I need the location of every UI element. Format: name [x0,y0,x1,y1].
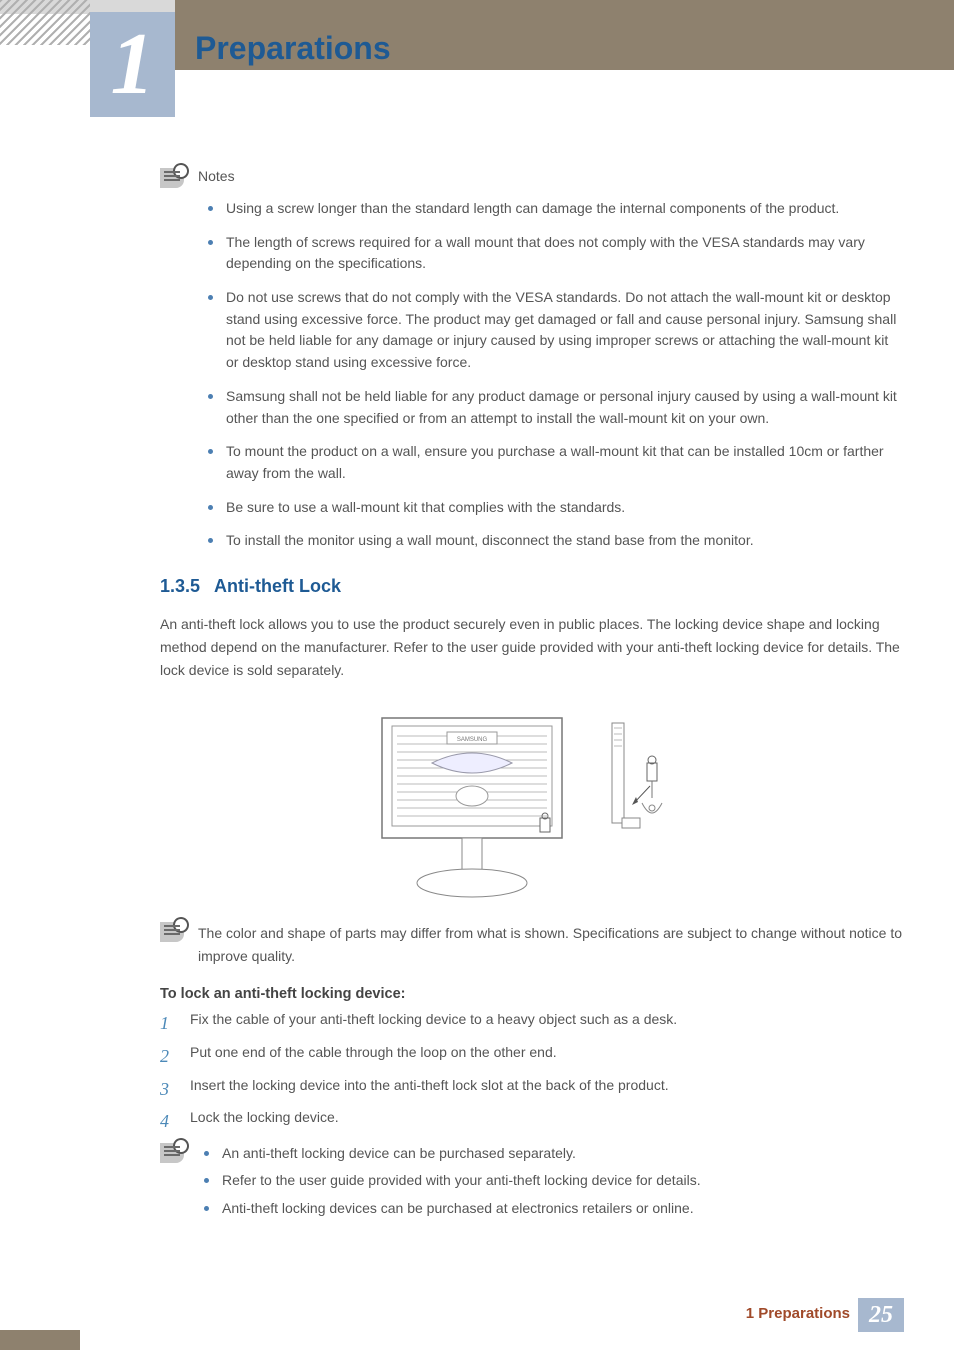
step-text: Lock the locking device. [190,1106,339,1137]
note-item: To mount the product on a wall, ensure y… [208,441,904,484]
section-number: 1.3.5 [160,576,200,596]
step-item: 4 Lock the locking device. [160,1106,904,1137]
chapter-title: Preparations [195,30,391,67]
step-item: 2 Put one end of the cable through the l… [160,1041,904,1072]
step-text: Fix the cable of your anti-theft locking… [190,1008,677,1039]
notes-header-row: Notes [160,168,904,188]
note-item: The length of screws required for a wall… [208,232,904,275]
footer-page-box: 25 [858,1298,904,1332]
note-item: An anti-theft locking device can be purc… [204,1143,701,1165]
svg-text:SAMSUNG: SAMSUNG [457,737,488,743]
section-heading: 1.3.5 Anti-theft Lock [160,576,904,597]
step-number: 3 [160,1074,178,1105]
antitheft-diagram: SAMSUNG [362,708,702,908]
chapter-number-block: 1 [90,12,175,117]
step-number: 1 [160,1008,178,1039]
lock-subheading: To lock an anti-theft locking device: [160,986,904,1002]
note-item: Using a screw longer than the standard l… [208,198,904,220]
note-item: Refer to the user guide provided with yo… [204,1170,701,1192]
notes-list: Using a screw longer than the standard l… [160,198,904,552]
note-icon [160,1143,184,1163]
note-icon [160,922,184,942]
trailing-note-block: An anti-theft locking device can be purc… [160,1143,904,1226]
note-item: Be sure to use a wall-mount kit that com… [208,497,904,519]
step-number: 4 [160,1106,178,1137]
step-item: 1 Fix the cable of your anti-theft locki… [160,1008,904,1039]
footer-page-number: 25 [869,1302,893,1329]
header-hatch-decoration [0,0,90,45]
step-item: 3 Insert the locking device into the ant… [160,1074,904,1105]
section-title: Anti-theft Lock [214,576,341,596]
note-icon [160,168,184,188]
note-item: Samsung shall not be held liable for any… [208,386,904,429]
notes-label: Notes [198,168,235,188]
footer-accent [0,1330,80,1350]
note-item: To install the monitor using a wall moun… [208,530,904,552]
section-intro: An anti-theft lock allows you to use the… [160,613,904,682]
step-number: 2 [160,1041,178,1072]
diagram-note-block: The color and shape of parts may differ … [160,922,904,968]
page: 1 Preparations Notes Using a screw longe… [0,0,954,1350]
chapter-number: 1 [111,21,155,109]
page-content: Notes Using a screw longer than the stan… [160,168,904,1226]
step-text: Put one end of the cable through the loo… [190,1041,557,1072]
note-item: Anti-theft locking devices can be purcha… [204,1198,701,1220]
footer-chapter-label: 1 Preparations [746,1305,850,1322]
diagram-note: The color and shape of parts may differ … [198,922,904,968]
note-item: Do not use screws that do not comply wit… [208,287,904,374]
step-text: Insert the locking device into the anti-… [190,1074,669,1105]
trailing-notes-list: An anti-theft locking device can be purc… [198,1143,701,1226]
steps-list: 1 Fix the cable of your anti-theft locki… [160,1008,904,1136]
